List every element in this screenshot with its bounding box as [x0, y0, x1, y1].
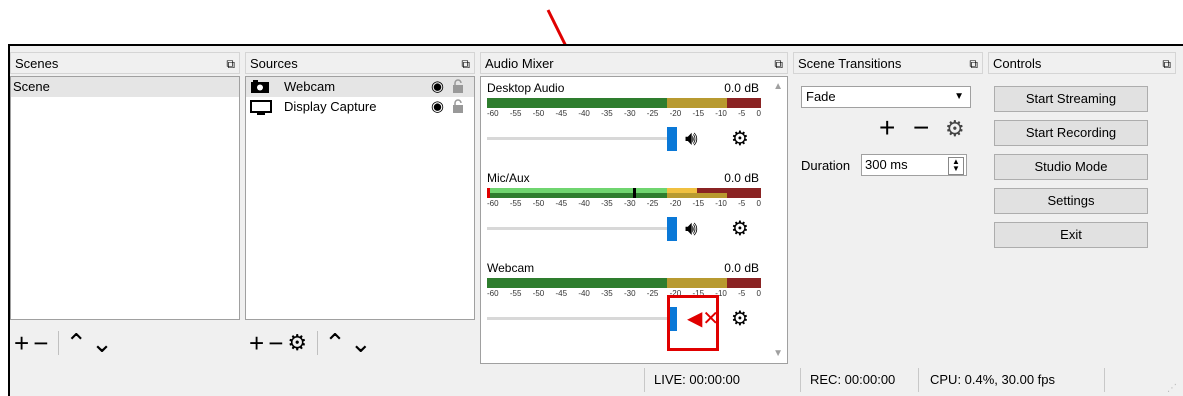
float-icon[interactable]: ⧉ — [1162, 53, 1171, 75]
mixer-panel: ▲ ▼ Desktop Audio 0.0 dB -60 -55 -50 -45 -40… — [480, 76, 788, 364]
volume-slider-track[interactable] — [487, 317, 671, 320]
scenes-toolbar: + − ⌃ ⌄ — [10, 322, 240, 364]
transition-properties-gear-icon[interactable]: ⚙ — [945, 116, 965, 142]
mixer-channel-webcam: Webcam 0.0 dB -60 -55 -50 -45 -40 -35 -30 -25 -2… — [487, 261, 761, 347]
exit-button[interactable]: Exit — [994, 222, 1148, 248]
volume-meter — [487, 188, 761, 198]
duration-label: Duration — [801, 158, 851, 173]
channel-db: 0.0 dB — [724, 81, 759, 95]
audio-mixer-title-label: Audio Mixer — [485, 56, 554, 71]
meter-ticks: -60 -55 -50 -45 -40 -35 -30 -25 -20 -15 -10 -5 0 — [487, 109, 761, 118]
source-label: Webcam — [284, 79, 336, 94]
float-icon[interactable]: ⧉ — [969, 53, 978, 75]
lock-icon[interactable] — [452, 79, 464, 99]
gear-icon[interactable]: ⚙ — [731, 218, 749, 240]
meter-ticks: -60 -55 -50 -45 -40 -35 -30 -25 -20 -15 -10 -5 0 — [487, 289, 761, 298]
remove-transition-icon[interactable]: − — [913, 114, 929, 142]
spin-arrows-icon[interactable]: ▲ ▼ — [948, 157, 964, 175]
audio-mixer-dock-title: Audio Mixer ⧉ — [480, 52, 788, 74]
scenes-dock: Scenes ⧉ Scene + − ⌃ ⌄ — [10, 52, 240, 364]
volume-meter — [487, 278, 761, 288]
source-item-display-capture[interactable]: Display Capture ◉ — [246, 97, 474, 117]
duration-value: 300 ms — [865, 157, 908, 172]
scroll-up-icon[interactable]: ▲ — [773, 81, 783, 92]
live-status: LIVE: 00:00:00 — [654, 372, 741, 387]
rec-status: REC: 00:00:00 — [810, 372, 896, 387]
add-transition-icon[interactable]: + — [879, 114, 895, 142]
sources-dock: Sources ⧉ Webcam ◉ Display Capture ◉ + −… — [245, 52, 475, 364]
channel-name: Mic/Aux — [487, 171, 530, 185]
float-icon[interactable]: ⧉ — [226, 53, 235, 75]
channel-name: Webcam — [487, 261, 535, 275]
annotation-highlight-box — [667, 295, 719, 351]
scene-transitions-title-label: Scene Transitions — [798, 56, 902, 71]
settings-button[interactable]: Settings — [994, 188, 1148, 214]
source-properties-gear-icon[interactable]: ⚙ — [287, 330, 307, 356]
meter-ticks: -60 -55 -50 -45 -40 -35 -30 -25 -20 -15 -10 -5 0 — [487, 199, 761, 208]
scene-transitions-dock-title: Scene Transitions ⧉ — [793, 52, 983, 74]
mixer-channel-mic-aux: Mic/Aux 0.0 dB -60 -55 -50 -45 -40 -35 -30 -25-… — [487, 171, 761, 257]
volume-slider-handle[interactable] — [667, 127, 677, 151]
scenes-list[interactable]: Scene — [10, 76, 240, 320]
move-up-icon[interactable]: ⌃ — [324, 330, 346, 356]
lock-icon[interactable] — [452, 99, 464, 119]
start-streaming-button[interactable]: Start Streaming — [994, 86, 1148, 112]
gear-icon[interactable]: ⚙ — [731, 308, 749, 330]
monitor-icon — [250, 100, 272, 122]
scene-item-label: Scene — [13, 79, 50, 94]
scroll-down-icon[interactable]: ▼ — [773, 348, 783, 359]
float-icon[interactable]: ⧉ — [461, 53, 470, 75]
scene-item[interactable]: Scene — [11, 77, 239, 97]
status-bar: LIVE: 00:00:00 REC: 00:00:00 CPU: 0.4%, … — [10, 364, 1183, 396]
channel-db: 0.0 dB — [724, 261, 759, 275]
remove-source-icon[interactable]: − — [268, 330, 283, 356]
gear-icon[interactable]: ⚙ — [731, 128, 749, 150]
transition-select-value: Fade — [806, 89, 836, 104]
source-label: Display Capture — [284, 99, 377, 114]
scenes-dock-title: Scenes ⧉ — [10, 52, 240, 74]
studio-mode-button[interactable]: Studio Mode — [994, 154, 1148, 180]
transition-select[interactable]: Fade ▼ — [801, 86, 971, 108]
move-down-icon[interactable]: ⌄ — [91, 330, 113, 356]
controls-dock-title: Controls ⧉ — [988, 52, 1176, 74]
remove-scene-icon[interactable]: − — [33, 330, 48, 356]
sources-toolbar: + − ⚙ ⌃ ⌄ — [245, 322, 475, 364]
cpu-status: CPU: 0.4%, 30.00 fps — [930, 372, 1056, 387]
scenes-title-label: Scenes — [15, 56, 59, 71]
sources-list[interactable]: Webcam ◉ Display Capture ◉ — [245, 76, 475, 320]
mixer-channel-desktop-audio: Desktop Audio 0.0 dB -60 -55 -50 -45 -40 -35-… — [487, 81, 761, 167]
channel-name: Desktop Audio — [487, 81, 565, 95]
controls-dock: Controls ⧉ Start Streaming Start Recordi… — [988, 52, 1176, 364]
controls-title-label: Controls — [993, 56, 1042, 71]
volume-slider-track[interactable] — [487, 227, 671, 230]
audio-mixer-dock: Audio Mixer ⧉ ▲ ▼ Desktop Audio 0.0 dB -… — [480, 52, 788, 364]
sources-title-label: Sources — [250, 56, 298, 71]
add-source-icon[interactable]: + — [249, 330, 264, 356]
resize-grip-icon[interactable]: ⋰ — [1167, 383, 1177, 394]
dropdown-arrow-icon: ▼ — [954, 91, 964, 102]
volume-slider-handle[interactable] — [667, 217, 677, 241]
visibility-eye-icon[interactable]: ◉ — [431, 77, 444, 97]
duration-spinbox[interactable]: 300 ms ▲ ▼ — [861, 154, 967, 176]
add-scene-icon[interactable]: + — [14, 330, 29, 356]
move-down-icon[interactable]: ⌄ — [350, 330, 372, 356]
source-item-webcam[interactable]: Webcam ◉ — [246, 77, 474, 97]
speaker-icon[interactable]: 🔊︎ — [685, 128, 698, 150]
channel-db: 0.0 dB — [724, 171, 759, 185]
start-recording-button[interactable]: Start Recording — [994, 120, 1148, 146]
sources-dock-title: Sources ⧉ — [245, 52, 475, 74]
scene-transitions-dock: Scene Transitions ⧉ Fade ▼ + − ⚙ Duratio… — [793, 52, 983, 364]
move-up-icon[interactable]: ⌃ — [65, 330, 87, 356]
speaker-icon[interactable]: 🔊︎ — [685, 218, 698, 240]
visibility-eye-icon[interactable]: ◉ — [431, 97, 444, 117]
volume-slider-track[interactable] — [487, 137, 671, 140]
obs-main-window: Scenes ⧉ Scene + − ⌃ ⌄ Sources ⧉ Webcam … — [8, 44, 1183, 396]
volume-meter — [487, 98, 761, 108]
float-icon[interactable]: ⧉ — [774, 53, 783, 75]
